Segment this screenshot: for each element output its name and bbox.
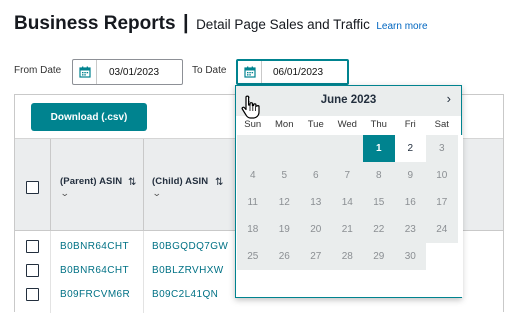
empty-day-cell [300, 270, 332, 297]
empty-day-cell [268, 270, 300, 297]
disabled-day-cell: 4 [237, 162, 269, 189]
day-cell[interactable]: 2 [394, 135, 426, 162]
column-header-parent-asin[interactable]: (Parent) ASIN [60, 176, 122, 187]
disabled-day-cell: 20 [300, 216, 332, 243]
empty-day-cell [237, 270, 269, 297]
disabled-day-cell: 12 [268, 189, 300, 216]
parent-asin-link[interactable]: B0BNR64CHT [60, 265, 129, 276]
calendar-month-label: June 2023 [320, 94, 377, 106]
calendar-icon[interactable] [73, 60, 97, 84]
title-separator: | [183, 12, 189, 34]
disabled-day-cell: 10 [426, 162, 458, 189]
disabled-day-cell: 5 [268, 162, 300, 189]
disabled-day-cell: 8 [363, 162, 395, 189]
to-date-value: 06/01/2023 [273, 67, 324, 78]
chevron-right-icon[interactable]: › [447, 91, 451, 106]
to-date-field[interactable]: 06/01/2023 [236, 59, 349, 85]
sort-icon[interactable]: ⇅ [215, 177, 223, 188]
disabled-day-cell: 29 [363, 243, 395, 270]
disabled-day-cell: 26 [268, 243, 300, 270]
disabled-day-cell: 6 [300, 162, 332, 189]
weekday-label: Tue [307, 119, 324, 130]
parent-asin-link[interactable]: B09FRCVM6R [60, 289, 130, 300]
page-subtitle: Detail Page Sales and Traffic [196, 17, 370, 32]
disabled-day-cell: 23 [394, 216, 426, 243]
disabled-day-cell: 9 [394, 162, 426, 189]
calendar-icon[interactable] [238, 61, 262, 83]
date-picker-popover: ‹ June 2023 › Sun Mon Tue Wed Thu Fri Sat 1234… [235, 85, 463, 298]
learn-more-link[interactable]: Learn more [376, 21, 427, 32]
empty-day-cell [331, 270, 363, 297]
row-checkbox[interactable] [26, 288, 39, 301]
calendar-header: ‹ June 2023 › [236, 86, 461, 116]
disabled-day-cell: 18 [237, 216, 269, 243]
from-date-label: From Date [14, 65, 62, 76]
weekday-label: Sat [434, 119, 449, 130]
child-asin-link[interactable]: B0BGQDQ7GW [152, 241, 228, 252]
disabled-day-cell: 7 [331, 162, 363, 189]
disabled-day-cell: 24 [426, 216, 458, 243]
page-header: Business Reports | Detail Page Sales and… [14, 12, 428, 35]
empty-day-cell [363, 270, 395, 297]
disabled-day-cell: 27 [300, 243, 332, 270]
column-divider [143, 139, 144, 231]
weekday-label: Wed [337, 119, 357, 130]
empty-day-cell [237, 135, 269, 162]
download-csv-button[interactable]: Download (.csv) [31, 103, 147, 131]
column-header-child-asin[interactable]: (Child) ASIN [152, 176, 208, 187]
chevron-down-icon[interactable]: ⌄ [60, 188, 70, 199]
select-all-checkbox[interactable] [26, 181, 39, 194]
disabled-day-cell: 21 [331, 216, 363, 243]
weekday-label: Thu [370, 119, 387, 130]
chevron-down-icon[interactable]: ⌄ [152, 188, 162, 199]
weekday-label: Mon [275, 119, 294, 130]
row-checkbox[interactable] [26, 264, 39, 277]
disabled-day-cell: 22 [363, 216, 395, 243]
to-date-label: To Date [192, 65, 227, 76]
disabled-day-cell: 30 [394, 243, 426, 270]
disabled-day-cell: 17 [426, 189, 458, 216]
disabled-day-cell: 11 [237, 189, 269, 216]
empty-day-cell [331, 135, 363, 162]
page-title: Business Reports [14, 13, 176, 34]
selected-day-cell[interactable]: 1 [363, 135, 395, 162]
child-asin-link[interactable]: B09C2L41QN [152, 289, 218, 300]
disabled-day-cell: 13 [300, 189, 332, 216]
from-date-field[interactable]: 03/01/2023 [72, 59, 183, 85]
disabled-day-cell: 3 [426, 135, 458, 162]
disabled-day-cell: 14 [331, 189, 363, 216]
weekday-label: Sun [244, 119, 262, 130]
row-checkbox[interactable] [26, 240, 39, 253]
sort-icon[interactable]: ⇅ [128, 177, 136, 188]
calendar-grid: 1 2 3 4 5 6 7 8 9 10 11 12 13 14 15 16 17 18 19 20 21 22 23 24 2… [237, 135, 463, 297]
disabled-day-cell: 25 [237, 243, 269, 270]
parent-asin-link[interactable]: B0BNR64CHT [60, 241, 129, 252]
empty-day-cell [300, 135, 332, 162]
disabled-day-cell: 19 [268, 216, 300, 243]
empty-day-cell [426, 270, 458, 297]
empty-day-cell [268, 135, 300, 162]
child-asin-link[interactable]: B0BLZRVHXW [152, 265, 224, 276]
disabled-day-cell: 16 [394, 189, 426, 216]
from-date-value: 03/01/2023 [109, 67, 160, 78]
empty-day-cell [394, 270, 426, 297]
column-divider [50, 139, 51, 231]
disabled-day-cell: 15 [363, 189, 395, 216]
disabled-day-cell: 28 [331, 243, 363, 270]
weekday-label: Fri [404, 119, 416, 130]
empty-day-cell [426, 243, 458, 270]
